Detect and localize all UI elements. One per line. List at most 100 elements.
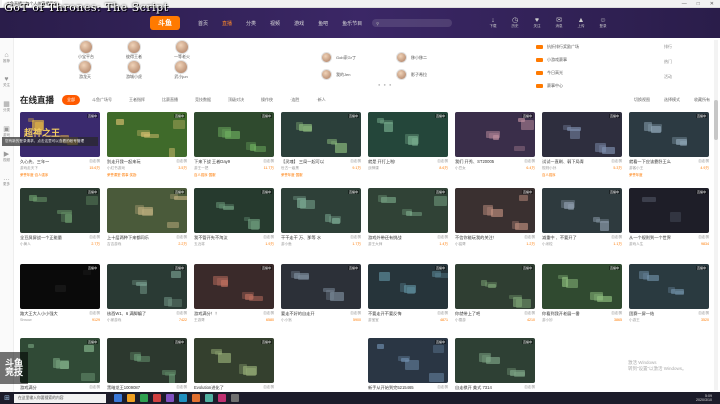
stream-thumbnail[interactable]: 直播中 [368, 338, 448, 383]
stream-thumbnail[interactable]: 直播中 [542, 112, 622, 157]
stream-thumbnail[interactable]: 直播中 [455, 264, 535, 309]
stream-card[interactable]: 直播中新手从开始到完5215465自走棋游一一2310 [368, 338, 448, 397]
stream-thumbnail[interactable]: 直播中 [107, 188, 187, 233]
section-tool-0[interactable]: 切换视图 [634, 97, 650, 103]
avatar[interactable] [79, 40, 93, 54]
header-icon-3[interactable]: ✉ 消息 [552, 17, 566, 29]
rec-right-link[interactable]: 热门 [664, 59, 672, 65]
stream-card[interactable]: 直播中自走棋开 美式 7314自走棋美式游2075 [455, 338, 535, 397]
stream-thumbnail[interactable]: 直播中 [107, 112, 187, 157]
avatar[interactable] [396, 52, 407, 63]
avatar[interactable] [175, 40, 189, 54]
filter-0[interactable]: 全部 [62, 95, 81, 105]
stream-card[interactable]: 直播中 全豆屏屏战一个正能量 自走棋 小黄人 2.7万 [20, 188, 100, 247]
stream-thumbnail[interactable]: 直播中 [194, 338, 274, 383]
stream-card[interactable]: 直播中 要走不好的自走开 自走棋 小小翁 5900 [281, 264, 361, 323]
filter-7[interactable]: ·连胜 [285, 95, 304, 105]
stream-thumbnail[interactable]: 直播中 [281, 264, 361, 309]
taskbar-app-icon[interactable] [218, 394, 226, 402]
sidebar-item-follow[interactable]: ♥ 关注 [3, 76, 10, 88]
nav-item-0[interactable]: 首页 [198, 20, 208, 27]
stream-thumbnail[interactable]: 直播中 [281, 112, 361, 157]
stream-thumbnail[interactable]: 直播中 [368, 264, 448, 309]
stream-thumbnail[interactable]: 直播中 [629, 264, 709, 309]
stream-thumbnail[interactable]: 直播中 [368, 112, 448, 157]
rec-streamer[interactable]: 一等老火 [174, 40, 190, 60]
avatar[interactable] [396, 69, 407, 80]
section-tool-2[interactable]: 收藏所有 [694, 97, 710, 103]
nav-item-3[interactable]: 视频 [270, 20, 280, 27]
stream-card[interactable]: 直播中 上十层两种下来都同乐 自走棋 吉吉游戏 2.2万 [107, 188, 187, 247]
header-icon-2[interactable]: ♥ 关注 [530, 17, 544, 29]
rec-list-item[interactable]: 今日高光 [536, 70, 579, 76]
stream-thumbnail[interactable]: 直播中 [107, 264, 187, 309]
sidebar-item-video[interactable]: ▶ 视频 [3, 150, 10, 163]
stream-card[interactable]: 直播中 路大王大人小小强大 自走棋 Shwow 9129 [20, 264, 100, 322]
windows-start-icon[interactable]: ⊞ [0, 392, 14, 404]
stream-thumbnail[interactable]: 直播中 [455, 112, 535, 157]
stream-card[interactable]: 直播中 就看一下应该靠卧王么 自走棋 游客小王 4.9万 荣誉年度 [629, 112, 709, 177]
page-scrollbar[interactable] [714, 40, 718, 390]
rec-streamer[interactable]: 彼得王者 [126, 40, 142, 60]
taskbar-app-icon[interactable] [140, 394, 148, 402]
stream-card[interactable]: 直播中 别走开我一起来玩 自走棋 小红书游戏 3.5万 荣誉课堂·赛事·奖励 [107, 112, 187, 177]
avatar[interactable] [174, 60, 188, 74]
filter-8[interactable]: ·新人 [311, 95, 330, 105]
stream-card[interactable]: 直播中 游戏满分！！ 自走棋 王游哥 6580 [194, 264, 274, 323]
stream-thumbnail[interactable]: 直播中 [20, 264, 100, 309]
taskbar-app-icon[interactable] [179, 394, 187, 402]
stream-card[interactable]: 直播中 试试一直刷、弱下局青 自走棋 规则小孙 5.3万 百人强序 [542, 112, 622, 177]
taskbar-app-icon[interactable] [127, 394, 135, 402]
avatar[interactable] [127, 40, 141, 54]
header-icon-0[interactable]: ↓ 下载 [486, 17, 500, 29]
rec-list-item[interactable]: 小游戏赛事 [536, 57, 579, 63]
stream-thumbnail[interactable]: 直播中 [455, 188, 535, 233]
stream-card[interactable]: 直播中黑暗龙王​1009087自走棋游龙王2980 [107, 338, 187, 397]
stream-card[interactable]: 直播中 团赛一屏一结 自走棋 小游王 3520 [629, 264, 709, 323]
taskbar-app-icon[interactable] [231, 394, 239, 402]
stream-card[interactable]: 直播中 游戏外带还有挑战 自走棋 游王大师 1.4万 [368, 188, 448, 247]
stream-card[interactable]: 直播中 我们 开秀、ST20005 自走棋 小豆女 6.4万 [455, 112, 535, 171]
stream-thumbnail[interactable]: 直播中 [194, 112, 274, 157]
stream-thumbnail[interactable]: 直播中 [194, 188, 274, 233]
stream-card[interactable]: 直播中 不要走开不要反悔 自走棋 游宝宝 4871 [368, 264, 448, 323]
rec-row-streamer[interactable]: 移小移二 [396, 52, 427, 63]
rec-row-streamer[interactable]: 我的Jen [321, 69, 350, 80]
nav-item-1[interactable]: 直播 [222, 20, 232, 27]
stream-thumbnail[interactable]: 直播中 [629, 112, 709, 157]
taskbar-app-icon[interactable] [114, 394, 122, 402]
maximize-icon[interactable]: □ [697, 1, 700, 7]
stream-thumbnail[interactable]: 直播中 [629, 188, 709, 233]
stream-thumbnail[interactable]: 直播中 [194, 264, 274, 309]
stream-card[interactable]: 直播中Evolution进化了自走棋游小进2640 [194, 338, 274, 397]
stream-thumbnail[interactable]: 直播中 [20, 338, 100, 383]
close-icon[interactable]: ✕ [710, 1, 714, 7]
header-icon-1[interactable]: ◷ 历史 [508, 17, 522, 29]
rec-right-link[interactable]: 活动 [664, 74, 672, 80]
scroll-thumb[interactable] [714, 100, 718, 140]
stream-card[interactable]: 直播中 减重中 、不要开了 自走棋 小米粒 1.1万 [542, 188, 622, 247]
header-search-input[interactable]: ⚲ [372, 19, 453, 27]
filter-4[interactable]: 竞技数据 [190, 95, 216, 105]
taskbar-app-icon[interactable] [153, 394, 161, 402]
stream-card[interactable]: 直播中 从一个规则到一个世界 自走棋 游戏人生 9834 [629, 188, 709, 247]
stream-thumbnail[interactable]: 直播中 [455, 338, 535, 383]
stream-card[interactable]: 直播中 你看到我开老展一番 自走棋 游小妙 3865 [542, 264, 622, 323]
rec-streamer[interactable]: 游龙天 [78, 60, 92, 80]
taskbar-app-icon[interactable] [205, 394, 213, 402]
stream-card[interactable]: 直播中 干干走干 万、那等 水 自走棋 游小鱼 1.7万 [281, 188, 361, 247]
stream-card[interactable]: 直播中游戏满分自走棋一小小3100 [20, 338, 100, 397]
stream-card[interactable]: 直播中 下来下战 王者Day9 自走棋 游王一把 11.7万 百人强序·国服 [194, 112, 274, 177]
sidebar-item-recommend[interactable]: ⌂ 推荐 [3, 52, 10, 64]
stream-thumbnail[interactable]: 直播中 [281, 188, 361, 233]
stream-thumbnail[interactable]: 直播中 [542, 264, 622, 309]
taskbar-app-icon[interactable] [166, 394, 174, 402]
stream-card[interactable]: 直播中 我不管开先不淘汰 自走棋 五近将 1.9万 [194, 188, 274, 247]
filter-1[interactable]: 斗鱼广场号 [87, 95, 117, 105]
header-icon-5[interactable]: ☺ 登录 [596, 17, 610, 29]
stream-card[interactable]: 直播中 就是 开打上啦! 自走棋 战神课 8.6万 [368, 112, 448, 171]
stream-card[interactable]: 直播中 核酉W1、6 满脚编了 自走棋 小家游戏 7422 [107, 264, 187, 323]
nav-item-6[interactable]: 鱼乐节目 [342, 20, 362, 27]
stream-thumbnail[interactable]: 直播中 [107, 338, 187, 383]
stream-card[interactable]: 直播中 不信你能玩我的关注！ 自走棋 小铭哥 1.2万 [455, 188, 535, 247]
